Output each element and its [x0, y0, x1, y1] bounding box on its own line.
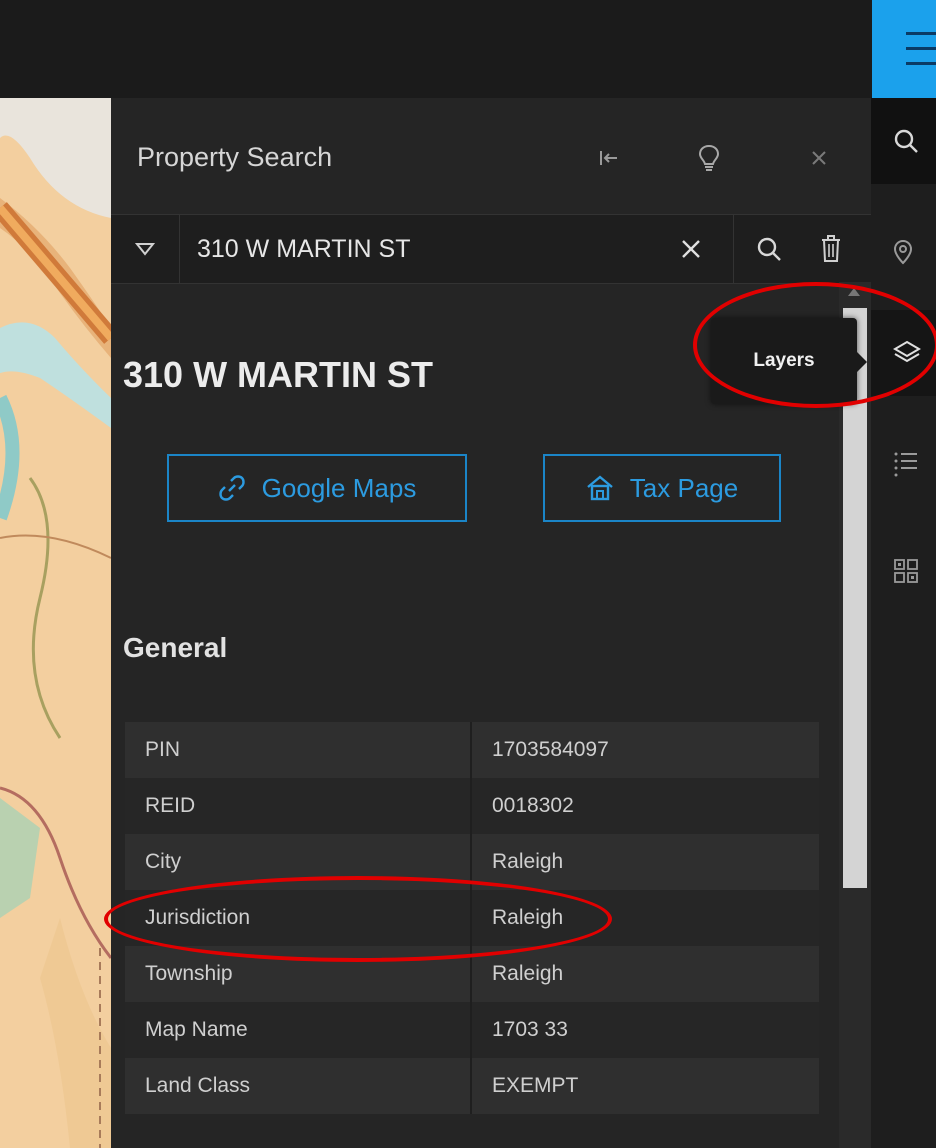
attribute-table: PIN 1703584097 REID 0018302 City Raleigh… [125, 722, 819, 1114]
list-icon [894, 452, 917, 477]
attribute-value: EXEMPT [471, 1058, 819, 1114]
toolbar-legend-button[interactable] [871, 422, 936, 508]
google-maps-button[interactable]: Google Maps [167, 454, 467, 522]
trash-icon [822, 235, 840, 262]
attribute-key: Jurisdiction [125, 890, 472, 946]
attribute-value: 1703584097 [471, 722, 819, 778]
location-icon [893, 239, 913, 265]
attribute-key: REID [125, 778, 472, 834]
tooltip-arrow [857, 352, 867, 372]
toolbar-location-button[interactable] [871, 210, 936, 296]
toolbar-search-button[interactable] [871, 98, 936, 184]
attribute-value: Raleigh [471, 946, 819, 1002]
clear-search-button[interactable] [671, 229, 711, 269]
toolbar-layers-button[interactable] [871, 310, 936, 396]
chevron-down-icon [135, 243, 155, 256]
tax-page-label: Tax Page [629, 472, 739, 503]
search-bar [111, 214, 871, 284]
search-icon [894, 129, 918, 153]
layers-tooltip: Layers [711, 318, 857, 404]
link-icon [218, 475, 245, 501]
table-row: Land Class EXEMPT [125, 1058, 819, 1114]
attribute-key: Land Class [125, 1058, 472, 1114]
dock-button[interactable] [589, 138, 629, 178]
attribute-value: 0018302 [471, 778, 819, 834]
search-icon [757, 237, 781, 261]
attribute-key: PIN [125, 722, 472, 778]
table-row: Map Name 1703 33 [125, 1002, 819, 1058]
table-row: REID 0018302 [125, 778, 819, 834]
layers-icon [893, 340, 921, 363]
close-panel-button[interactable] [799, 138, 839, 178]
search-results: 310 W MARTIN ST Google Maps Tax Page Gen… [111, 282, 839, 1148]
attribute-key: Map Name [125, 1002, 472, 1058]
result-address: 310 W MARTIN ST [123, 354, 434, 395]
panel-title: Property Search [137, 142, 333, 172]
tooltip-label: Layers [753, 350, 815, 371]
search-input[interactable] [179, 215, 659, 283]
hamburger-icon [906, 32, 936, 35]
tips-button[interactable] [689, 138, 729, 178]
attribute-value: Raleigh [471, 834, 819, 890]
attribute-value: 1703 33 [471, 1002, 819, 1058]
delete-button[interactable] [803, 215, 859, 283]
attribute-key: Township [125, 946, 472, 1002]
house-icon [587, 475, 613, 501]
qr-icon [894, 559, 918, 583]
widget-toolbar [871, 98, 936, 1148]
app-header [0, 0, 936, 99]
search-source-dropdown[interactable] [111, 215, 180, 283]
map-view[interactable] [0, 98, 111, 1148]
google-maps-label: Google Maps [261, 472, 417, 503]
table-row: Township Raleigh [125, 946, 819, 1002]
property-search-panel: Property Search 310 W MARTIN ST 310 W MA… [111, 98, 871, 1148]
toolbar-basemap-button[interactable] [871, 528, 936, 614]
tax-page-button[interactable]: Tax Page [543, 454, 781, 522]
table-row: PIN 1703584097 [125, 722, 819, 778]
clear-icon [682, 240, 700, 258]
attribute-key: City [125, 834, 472, 890]
table-row: Jurisdiction Raleigh [125, 890, 819, 946]
close-icon [812, 151, 826, 165]
lightbulb-icon [698, 144, 720, 171]
section-title-general: General [123, 632, 228, 663]
search-button[interactable] [733, 215, 804, 283]
panel-header: Property Search [111, 98, 871, 214]
attribute-value: Raleigh [471, 890, 819, 946]
scroll-up-arrow[interactable] [848, 288, 860, 296]
menu-button[interactable] [872, 0, 936, 98]
results-scrollbar[interactable] [839, 282, 871, 1148]
table-row: City Raleigh [125, 834, 819, 890]
dock-icon [600, 151, 617, 165]
map-features [0, 98, 111, 1148]
